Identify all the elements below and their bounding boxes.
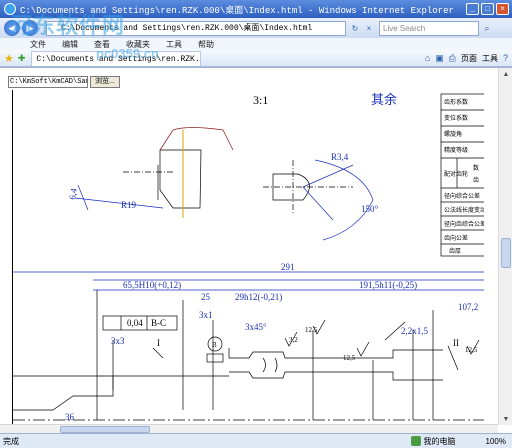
rest-label: 其余 xyxy=(371,92,397,107)
table-row-1: 齿形系数 xyxy=(444,98,468,106)
close-button[interactable]: × xyxy=(496,3,509,15)
zoom-level[interactable]: 100% xyxy=(486,437,506,446)
search-icon[interactable]: ⌕ xyxy=(481,22,493,34)
favorites-star-icon[interactable]: ★ xyxy=(4,52,14,65)
horizontal-scrollbar[interactable] xyxy=(0,424,498,433)
roughness-3-2: 3,2 xyxy=(289,336,298,344)
minimize-button[interactable]: _ xyxy=(466,3,479,15)
dim-3x45: 3x45° xyxy=(245,322,267,332)
menu-view[interactable]: 查看 xyxy=(94,39,110,50)
browse-button[interactable]: 浏览... xyxy=(90,76,120,88)
vertical-scroll-thumb[interactable] xyxy=(501,238,511,268)
menu-bar: 文件 编辑 查看 收藏夹 工具 帮助 xyxy=(0,38,512,50)
refresh-icon[interactable]: ↻ xyxy=(349,22,361,34)
table-row-3: 螺旋角 xyxy=(444,130,462,138)
page-content: C:\KmSoft\KmCAD\Sampl 浏览... xyxy=(0,67,512,434)
horizontal-scroll-thumb[interactable] xyxy=(60,426,150,433)
dim-r3-4: R3,4 xyxy=(331,152,349,162)
dim-3x1: 3x1 xyxy=(199,310,213,320)
section-mark-2: II xyxy=(453,338,459,348)
dim-3x3: 3x3 xyxy=(111,336,125,346)
file-path-input[interactable]: C:\KmSoft\KmCAD\Sampl xyxy=(8,76,88,88)
scroll-down-icon[interactable]: ▼ xyxy=(499,413,512,425)
roughness-12-5-a: 12,5 xyxy=(305,326,318,334)
zone-label: 我的电脑 xyxy=(423,436,456,446)
datum-mark-b: B xyxy=(212,341,217,349)
table-row-10: 齿厚 xyxy=(449,247,461,255)
print-icon[interactable]: ⎙ xyxy=(449,53,456,64)
menu-edit[interactable]: 编辑 xyxy=(62,39,78,50)
forward-button[interactable]: ▶ xyxy=(22,20,38,36)
tolerance-value: 0,04 xyxy=(127,318,143,328)
back-button[interactable]: ◀ xyxy=(4,20,20,36)
window-title: C:\Documents and Settings\ren.RZK.000\桌面… xyxy=(20,5,454,16)
menu-favorites[interactable]: 收藏夹 xyxy=(126,39,150,50)
home-icon[interactable]: ⌂ xyxy=(425,53,430,63)
search-input[interactable]: Live Search xyxy=(379,20,479,36)
vertical-scrollbar[interactable]: ▲ ▼ xyxy=(498,68,512,425)
table-row-7: 公法线长度变动 xyxy=(444,206,484,214)
cad-drawing-svg: 3:1 其余 291 65,5H10(+0,12) 191,5h11(-0,25… xyxy=(13,92,484,422)
address-input[interactable]: C:\Documents and Settings\ren.RZK.000\桌面… xyxy=(46,20,346,36)
table-row-2: 变位系数 xyxy=(444,114,468,122)
dim-25: 25 xyxy=(201,292,211,302)
section-mark-1: I xyxy=(157,338,160,348)
roughness-12-5-b: 12,5 xyxy=(343,354,356,362)
ie-icon xyxy=(4,3,16,15)
address-bar: ◀ ▶ C:\Documents and Settings\ren.RZK.00… xyxy=(0,18,512,38)
menu-tools[interactable]: 工具 xyxy=(166,39,182,50)
tab-current-page[interactable]: C:\Documents and Settings\ren.RZK.000\桌面 xyxy=(31,50,202,66)
table-col2-1: 数 xyxy=(473,164,479,172)
scale-label: 3:1 xyxy=(253,93,268,107)
status-bar: 完成 我的电脑 100% xyxy=(0,433,512,448)
menu-help[interactable]: 帮助 xyxy=(198,39,214,50)
table-row-4: 精度等级 xyxy=(444,146,468,154)
dim-191: 191,5h11(-0,25) xyxy=(359,280,417,290)
dim-6-4: 6,4 xyxy=(67,187,79,200)
table-row-5: 配对齿轮 xyxy=(444,170,468,178)
dim-107: 107,2 xyxy=(458,302,478,312)
favorites-bar: ★ ✚ C:\Documents and Settings\ren.RZK.00… xyxy=(0,50,512,67)
dim-150-deg: 150° xyxy=(361,204,379,214)
feeds-icon[interactable]: ▣ xyxy=(435,53,444,64)
table-row-8: 径向齿综合公差 xyxy=(444,220,484,228)
status-text: 完成 xyxy=(3,436,19,446)
dim-65: 65,5H10(+0,12) xyxy=(123,280,181,290)
computer-zone-icon xyxy=(410,436,421,446)
title-bar: C:\Documents and Settings\ren.RZK.000\桌面… xyxy=(0,0,512,18)
dim-29: 29h12(-0,21) xyxy=(235,292,282,302)
cad-drawing: 3:1 其余 291 65,5H10(+0,12) 191,5h11(-0,25… xyxy=(12,90,484,434)
menu-file[interactable]: 文件 xyxy=(30,39,46,50)
add-favorite-icon[interactable]: ✚ xyxy=(18,53,26,64)
table-row-9: 齿向公差 xyxy=(444,234,468,242)
stop-icon[interactable]: × xyxy=(363,22,375,34)
help-icon[interactable]: ? xyxy=(503,53,508,63)
maximize-button[interactable]: □ xyxy=(481,3,494,15)
table-row-6: 径向综合公差 xyxy=(444,192,480,200)
dim-36: 36 xyxy=(65,412,75,422)
tools-menu[interactable]: 工具 xyxy=(482,53,498,64)
dim-291: 291 xyxy=(281,262,295,272)
dim-r19: R19 xyxy=(121,200,137,210)
scroll-up-icon[interactable]: ▲ xyxy=(499,68,512,80)
roughness-12-5-c: 12,5 xyxy=(465,346,478,354)
table-col2-2: 齿 xyxy=(473,176,479,184)
tolerance-ref: B-C xyxy=(151,318,166,328)
page-menu[interactable]: 页面 xyxy=(461,53,477,64)
dim-2-2x1-5: 2,2x1,5 xyxy=(401,326,429,336)
